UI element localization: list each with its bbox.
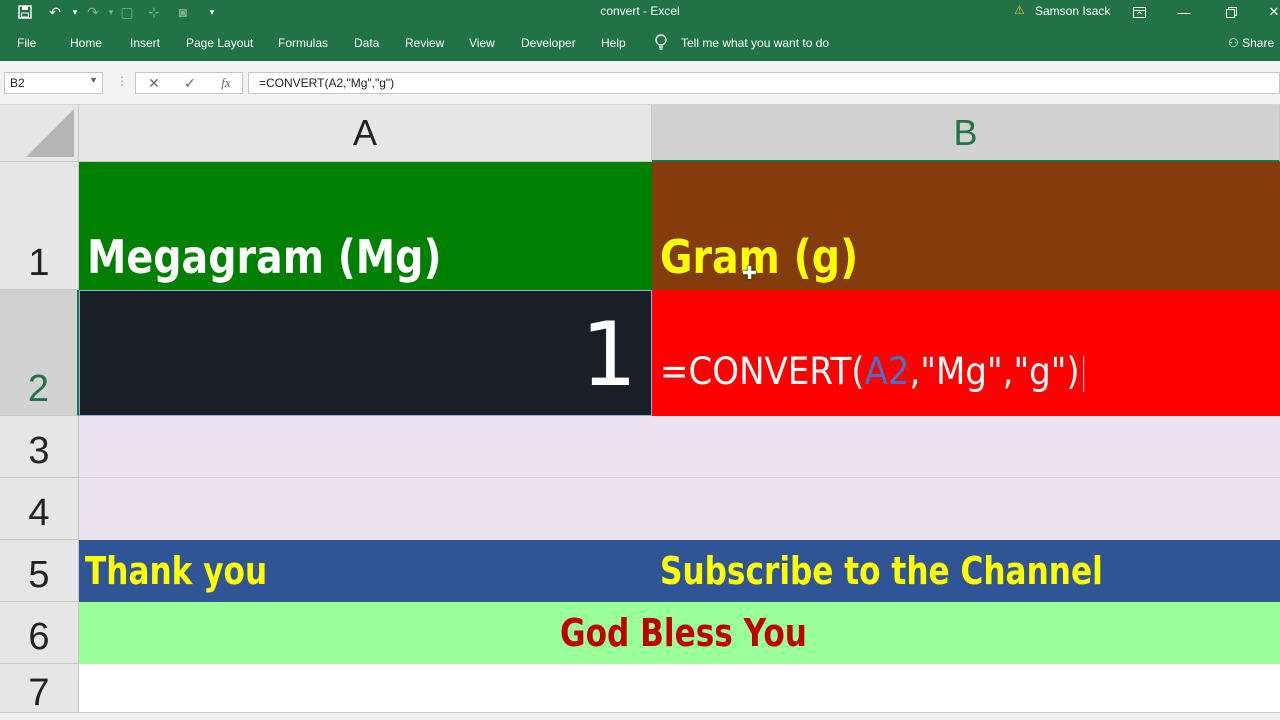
- minimize-icon[interactable]: —: [1172, 2, 1196, 22]
- person-icon: ⚇: [1228, 36, 1239, 50]
- row-header-4[interactable]: 4: [0, 478, 79, 540]
- tell-me-search[interactable]: Tell me what you want to do: [681, 36, 829, 50]
- warning-icon[interactable]: ⚠: [1014, 3, 1025, 17]
- user-name[interactable]: Samson Isack: [1035, 4, 1110, 18]
- ribbon-display-options-icon[interactable]: [1127, 2, 1151, 22]
- cell-b5-text: Subscribe to the Channel: [660, 549, 1103, 593]
- cell-a6-text: God Bless You: [560, 611, 807, 655]
- formula-prefix: =CONVERT(: [660, 350, 865, 393]
- cell-b1-text: Gram (g): [660, 230, 859, 284]
- formula-bar-area: B2 ▼ ⋮ ✕ ✓ fx =CONVERT(A2,"Mg","g"): [0, 61, 1280, 105]
- row-header-5[interactable]: 5: [0, 540, 79, 602]
- row-3-cells[interactable]: [79, 416, 1280, 478]
- row-5-cells[interactable]: Thank you Subscribe to the Channel: [79, 540, 1280, 602]
- select-all-button[interactable]: [0, 105, 79, 162]
- tab-file[interactable]: File: [17, 36, 36, 50]
- select-all-triangle: [26, 109, 74, 157]
- formula-suffix: ,"Mg","g"): [909, 350, 1080, 393]
- tab-review[interactable]: Review: [405, 36, 444, 50]
- row-header-1[interactable]: 1: [0, 162, 79, 290]
- row-4-cells[interactable]: [79, 478, 1280, 540]
- tab-developer[interactable]: Developer: [521, 36, 576, 50]
- cell-a2-value: 1: [581, 303, 637, 406]
- text-caret: [1083, 355, 1085, 392]
- tab-formulas[interactable]: Formulas: [278, 36, 328, 50]
- title-bar: ↶ ▾ ↷ ▾ ▢ ⊹ ◙ ▾ convert - Excel ⚠ Samson…: [0, 0, 1280, 24]
- lightbulb-icon[interactable]: [654, 34, 668, 50]
- formula-buttons: ✕ ✓ fx: [135, 72, 243, 94]
- tab-help[interactable]: Help: [601, 36, 626, 50]
- column-header-b[interactable]: B: [652, 105, 1280, 162]
- restore-icon[interactable]: [1219, 2, 1243, 22]
- formula-reference: A2: [864, 350, 910, 393]
- tab-insert[interactable]: Insert: [130, 36, 160, 50]
- cell-b2-formula[interactable]: =CONVERT(A2,"Mg","g"): [660, 350, 1085, 393]
- move-cursor-icon: ✚: [742, 263, 758, 283]
- worksheet-grid: A B 1 2 3 4 5 6 7 Megagram (Mg) Gram (g)…: [0, 105, 1280, 720]
- close-icon[interactable]: ✕: [1262, 2, 1280, 22]
- tab-home[interactable]: Home: [70, 36, 102, 50]
- name-box-value: B2: [10, 76, 25, 90]
- drag-handle-icon[interactable]: ⋮: [116, 74, 128, 88]
- name-box[interactable]: B2 ▼: [4, 72, 103, 94]
- cancel-icon[interactable]: ✕: [142, 74, 166, 92]
- row-header-2[interactable]: 2: [0, 290, 79, 416]
- tab-page-layout[interactable]: Page Layout: [186, 36, 253, 50]
- enter-icon[interactable]: ✓: [178, 74, 202, 92]
- row-header-6[interactable]: 6: [0, 602, 79, 664]
- row-6-cells[interactable]: God Bless You: [79, 602, 1280, 664]
- share-button[interactable]: ⚇ Share: [1228, 36, 1274, 50]
- tab-view[interactable]: View: [469, 36, 495, 50]
- cell-b1[interactable]: Gram (g) ✚: [652, 162, 1280, 290]
- column-header-a[interactable]: A: [79, 105, 652, 162]
- row-header-3[interactable]: 3: [0, 416, 79, 478]
- cell-a1[interactable]: Megagram (Mg): [79, 162, 652, 290]
- tab-data[interactable]: Data: [354, 36, 379, 50]
- ribbon-tabs: File Home Insert Page Layout Formulas Da…: [0, 24, 1280, 61]
- cell-a5-text: Thank you: [85, 549, 268, 593]
- insert-function-icon[interactable]: fx: [214, 74, 238, 92]
- chevron-down-icon[interactable]: ▼: [89, 75, 98, 85]
- cell-b2-editing[interactable]: =CONVERT(A2,"Mg","g"): [652, 290, 1280, 416]
- sheet-tabs-bar[interactable]: [0, 712, 1280, 720]
- share-label: Share: [1242, 36, 1275, 50]
- formula-input[interactable]: =CONVERT(A2,"Mg","g"): [248, 72, 1280, 94]
- cell-a2[interactable]: 1: [79, 290, 652, 416]
- cell-a1-text: Megagram (Mg): [87, 230, 442, 284]
